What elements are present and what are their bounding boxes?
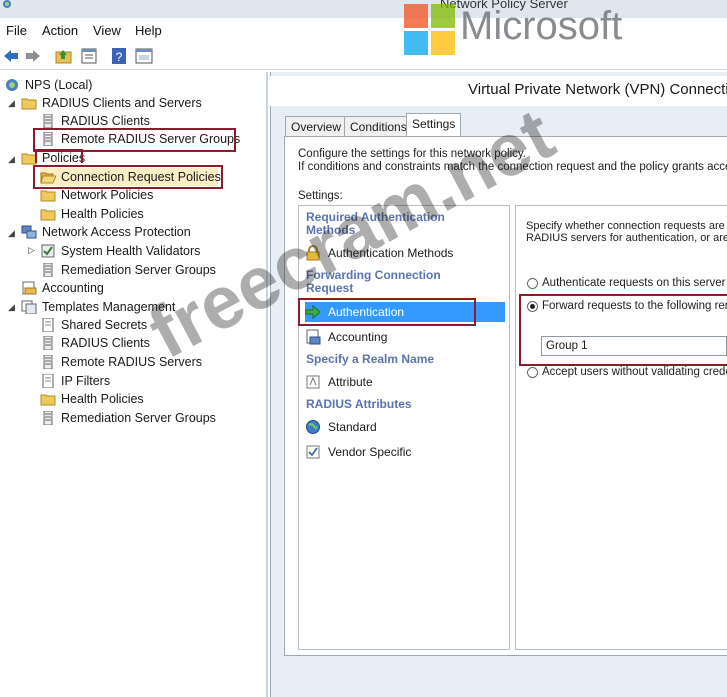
templates-icon <box>21 300 37 314</box>
document-icon <box>42 374 54 388</box>
option-authenticate-locally: Authenticate requests on this server <box>542 277 726 289</box>
folder-icon <box>40 209 56 221</box>
option-forward-requests: Forward requests to the following remo <box>542 300 727 312</box>
server-list-icon <box>43 114 53 128</box>
server-list-icon <box>43 411 53 425</box>
folder-icon <box>40 190 56 202</box>
list-item-label: Standard <box>328 420 377 434</box>
tree-label: Health Policies <box>61 207 144 221</box>
nps-app-icon <box>3 0 11 8</box>
microsoft-logo-text: Microsoft <box>460 4 623 48</box>
checklist-icon <box>306 445 320 459</box>
tab-conditions[interactable]: Conditions <box>344 116 413 136</box>
collapse-arrow-icon[interactable]: ◢ <box>8 303 16 312</box>
tree-item-nps-local[interactable]: NPS (Local) <box>4 76 92 94</box>
radio-authenticate-locally[interactable] <box>527 278 538 289</box>
network-protection-icon <box>21 225 37 239</box>
microsoft-logo-icon <box>404 4 456 56</box>
tree-label: Remediation Server Groups <box>61 411 216 425</box>
tree-label: System Health Validators <box>61 244 201 258</box>
category-radius-attributes: RADIUS Attributes <box>306 397 412 411</box>
expand-arrow-icon[interactable]: ▷ <box>28 246 36 255</box>
category-realm: Specify a Realm Name <box>306 352 435 366</box>
tree-label: RADIUS Clients <box>61 336 150 350</box>
server-list-icon <box>43 355 53 369</box>
server-group-select[interactable]: Group 1 <box>541 336 727 356</box>
tree-item-network-policies[interactable]: Network Policies <box>40 186 153 204</box>
highlight-box-authentication <box>298 298 476 326</box>
authentication-detail-pane <box>515 205 727 650</box>
attribute-icon <box>306 375 320 389</box>
collapse-arrow-icon[interactable]: ◢ <box>8 229 16 238</box>
globe-icon <box>306 420 320 434</box>
folder-icon <box>21 98 37 110</box>
tree-item-template-remediation-groups[interactable]: Remediation Server Groups <box>40 409 216 427</box>
tree-item-radius-clients-servers[interactable]: RADIUS Clients and Servers <box>21 94 202 112</box>
list-item-accounting[interactable]: Accounting <box>305 327 387 347</box>
tree-label: NPS (Local) <box>25 78 93 92</box>
help-icon[interactable]: ? <box>110 47 128 65</box>
tree-label: Health Policies <box>61 392 144 406</box>
option-accept-without-validation: Accept users without validating creden <box>542 366 727 378</box>
server-list-icon <box>43 263 53 277</box>
list-item-label: Vendor Specific <box>328 445 412 459</box>
tree-item-accounting[interactable]: Accounting <box>21 279 104 297</box>
svg-text:?: ? <box>116 50 123 64</box>
detail-description-line2: RADIUS servers for authentication, or ar… <box>526 232 727 244</box>
dialog-header: Virtual Private Network (VPN) Connecti <box>270 76 727 106</box>
collapse-arrow-icon[interactable]: ◢ <box>8 155 16 164</box>
list-item-label: Attribute <box>328 375 373 389</box>
tree-label: Network Policies <box>61 188 154 202</box>
menu-file[interactable]: File <box>6 23 27 38</box>
validator-icon <box>41 244 55 258</box>
console-icon[interactable] <box>135 47 153 65</box>
tree-item-health-policies[interactable]: Health Policies <box>40 205 144 223</box>
accounting-icon <box>22 281 37 295</box>
list-item-vendor-specific[interactable]: Vendor Specific <box>305 442 411 462</box>
document-icon <box>42 318 54 332</box>
folder-icon <box>40 394 56 406</box>
server-group-value: Group 1 <box>546 340 588 352</box>
collapse-arrow-icon[interactable]: ◢ <box>8 99 16 108</box>
tree-item-shared-secrets[interactable]: Shared Secrets <box>40 316 147 334</box>
list-item-attribute[interactable]: Attribute <box>305 372 373 392</box>
tree-label: Network Access Protection <box>42 225 191 239</box>
list-item-label: Accounting <box>328 330 388 344</box>
tree-label: Shared Secrets <box>61 318 148 332</box>
server-list-icon <box>43 336 53 350</box>
back-arrow-icon[interactable] <box>2 47 20 65</box>
list-item-standard[interactable]: Standard <box>305 417 377 437</box>
nps-server-icon <box>6 79 18 91</box>
tree-item-template-radius-clients[interactable]: RADIUS Clients <box>40 334 150 352</box>
tree-item-network-access-protection[interactable]: Network Access Protection <box>21 223 191 241</box>
tree-item-system-health-validators[interactable]: System Health Validators <box>40 242 200 260</box>
menu-action[interactable]: Action <box>42 23 78 38</box>
radio-forward-requests[interactable] <box>527 301 538 312</box>
accounting-icon <box>306 329 321 345</box>
tab-overview[interactable]: Overview <box>285 116 348 136</box>
nps-console-window: Network Policy Server File Action View H… <box>0 0 727 697</box>
radio-accept-without-validation[interactable] <box>527 367 538 378</box>
dialog-title: Virtual Private Network (VPN) Connecti <box>468 81 727 98</box>
tree-label: IP Filters <box>61 374 111 388</box>
menu-view[interactable]: View <box>93 23 121 38</box>
menu-help[interactable]: Help <box>135 23 162 38</box>
folder-up-icon[interactable] <box>55 47 73 65</box>
tree-label: RADIUS Clients and Servers <box>42 96 202 110</box>
forward-arrow-icon[interactable] <box>24 47 42 65</box>
properties-icon[interactable] <box>80 47 98 65</box>
detail-description-line1: Specify whether connection requests are … <box>526 220 727 232</box>
tree-label: Accounting <box>42 281 104 295</box>
tree-item-template-health-policies[interactable]: Health Policies <box>40 390 144 408</box>
highlight-box-policies <box>35 149 83 163</box>
tree-label: RADIUS Clients <box>61 114 150 128</box>
tree-item-ip-filters[interactable]: IP Filters <box>40 372 110 390</box>
